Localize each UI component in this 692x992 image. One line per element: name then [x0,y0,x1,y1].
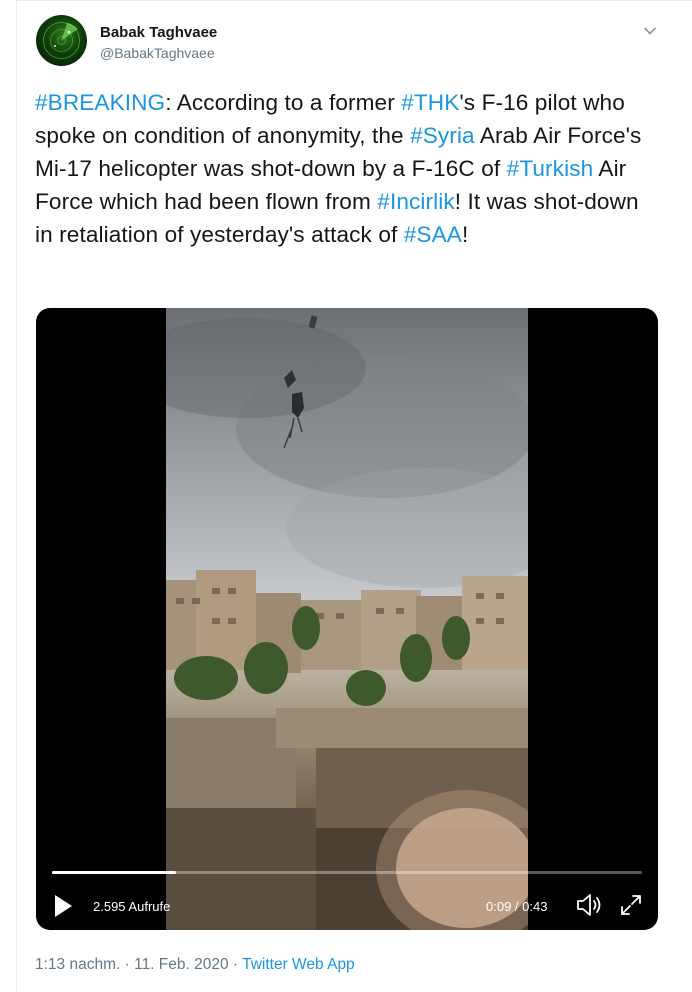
video-frame[interactable] [166,308,528,930]
source-app-link[interactable]: Twitter Web App [242,956,355,973]
meta-separator: · [228,956,243,973]
radar-logo-icon [43,22,80,59]
tweet-date[interactable]: 11. Feb. 2020 [134,956,229,973]
view-count: 2.595 Aufrufe [93,899,171,914]
tweet-time[interactable]: 1:13 nachm. [35,956,120,973]
video-progress-bar[interactable] [52,871,642,874]
hashtag-link[interactable]: #Incirlik [377,189,455,214]
tweet-metadata: 1:13 nachm. · 11. Feb. 2020 · Twitter We… [35,956,355,974]
volume-icon[interactable] [575,892,605,918]
tweet-text-span: : According to a former [165,90,402,115]
hashtag-link[interactable]: #THK [401,90,459,115]
video-still-image [166,315,528,930]
video-time: 0:09 / 0:43 [486,899,548,914]
chevron-down-icon[interactable] [641,22,659,40]
hashtag-link[interactable]: #BREAKING [35,90,165,115]
video-player[interactable]: 2.595 Aufrufe 0:09 / 0:43 [36,308,658,930]
author-handle[interactable]: @BabakTaghvaee [100,45,215,61]
avatar[interactable] [36,15,87,66]
video-progress-fill [52,871,176,874]
author-name[interactable]: Babak Taghvaee [100,24,217,41]
hashtag-link[interactable]: #Turkish [507,156,594,181]
hashtag-link[interactable]: #Syria [410,123,475,148]
play-icon[interactable] [50,893,76,919]
hashtag-link[interactable]: #SAA [404,222,462,247]
meta-separator: · [120,956,135,973]
tweet-text: #BREAKING: According to a former #THK's … [35,86,660,251]
tweet-text-span: ! [461,222,469,247]
fullscreen-icon[interactable] [619,893,643,917]
